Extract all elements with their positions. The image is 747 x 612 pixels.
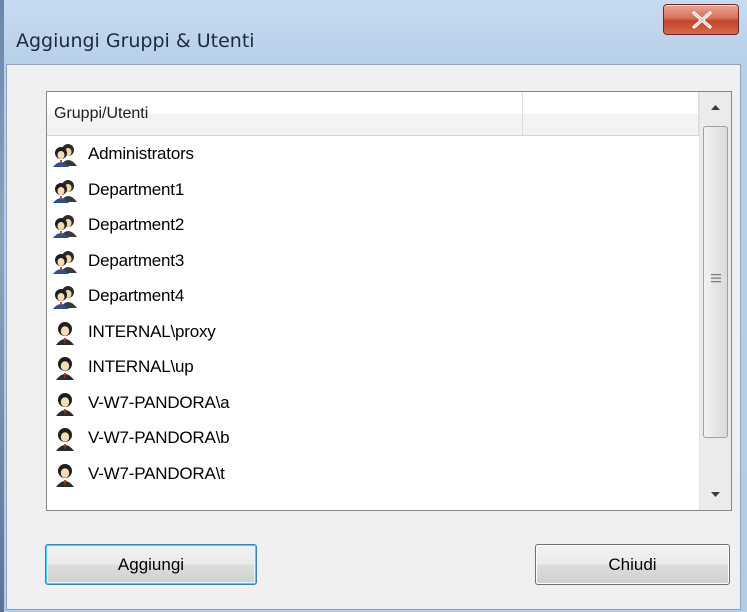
add-button[interactable]: Aggiungi: [45, 544, 257, 585]
list-item-label: V-W7-PANDORA\t: [88, 463, 225, 483]
list-item[interactable]: V-W7-PANDORA\t: [47, 458, 699, 494]
list-item[interactable]: V-W7-PANDORA\a: [47, 387, 699, 423]
list-item-label: Department3: [88, 250, 185, 270]
dialog-window: Aggiungi Gruppi & Utenti Gruppi/Utenti A…: [4, 0, 747, 612]
list-header: Gruppi/Utenti: [47, 92, 699, 136]
title-bar[interactable]: Aggiungi Gruppi & Utenti: [4, 0, 747, 74]
list-item[interactable]: Department3: [47, 245, 699, 281]
group-icon: [52, 213, 78, 239]
scroll-down-button[interactable]: [700, 478, 731, 510]
list-item[interactable]: Department2: [47, 209, 699, 245]
list-rows: Administrators Department1 Department2 Depa…: [47, 138, 699, 493]
group-icon: [52, 178, 78, 204]
group-icon: [52, 249, 78, 275]
scroll-up-button[interactable]: [700, 92, 731, 124]
close-button[interactable]: Chiudi: [535, 544, 730, 585]
grip-icon: [711, 274, 721, 283]
chevron-down-icon: [711, 492, 720, 497]
list-item[interactable]: INTERNAL\up: [47, 351, 699, 387]
user-icon: [52, 391, 78, 417]
list-item[interactable]: V-W7-PANDORA\b: [47, 422, 699, 458]
column-header-label: Gruppi/Utenti: [54, 105, 149, 122]
list-item-label: INTERNAL\proxy: [88, 321, 216, 341]
list-item-label: INTERNAL\up: [88, 357, 194, 376]
list-item-label: Department2: [88, 215, 185, 234]
window-title: Aggiungi Gruppi & Utenti: [16, 30, 255, 52]
column-header-groups-users[interactable]: Gruppi/Utenti: [47, 92, 523, 135]
close-window-button[interactable]: [663, 4, 739, 35]
list-item[interactable]: Department4: [47, 280, 699, 316]
chevron-up-icon: [711, 105, 720, 110]
user-icon: [52, 462, 78, 488]
list-item-label: V-W7-PANDORA\a: [88, 392, 230, 412]
list-item-label: Department1: [88, 179, 185, 199]
list-item[interactable]: Administrators: [47, 138, 699, 174]
column-header-empty[interactable]: [523, 92, 699, 135]
list-item-label: V-W7-PANDORA\b: [88, 428, 230, 447]
user-icon: [52, 320, 78, 346]
list-item-label: Department4: [88, 286, 185, 305]
user-icon: [52, 426, 78, 452]
list-item[interactable]: INTERNAL\proxy: [47, 316, 699, 352]
vertical-scrollbar[interactable]: [699, 92, 731, 510]
user-icon: [52, 355, 78, 381]
groups-users-list[interactable]: Gruppi/Utenti Administrators Department1 D…: [46, 91, 732, 511]
close-icon: [692, 11, 712, 29]
scroll-thumb[interactable]: [703, 126, 728, 438]
group-icon: [52, 284, 78, 310]
group-icon: [52, 142, 78, 168]
list-item[interactable]: Department1: [47, 174, 699, 210]
dialog-content: Gruppi/Utenti Administrators Department1 D…: [6, 64, 741, 610]
list-item-label: Administrators: [88, 144, 194, 163]
